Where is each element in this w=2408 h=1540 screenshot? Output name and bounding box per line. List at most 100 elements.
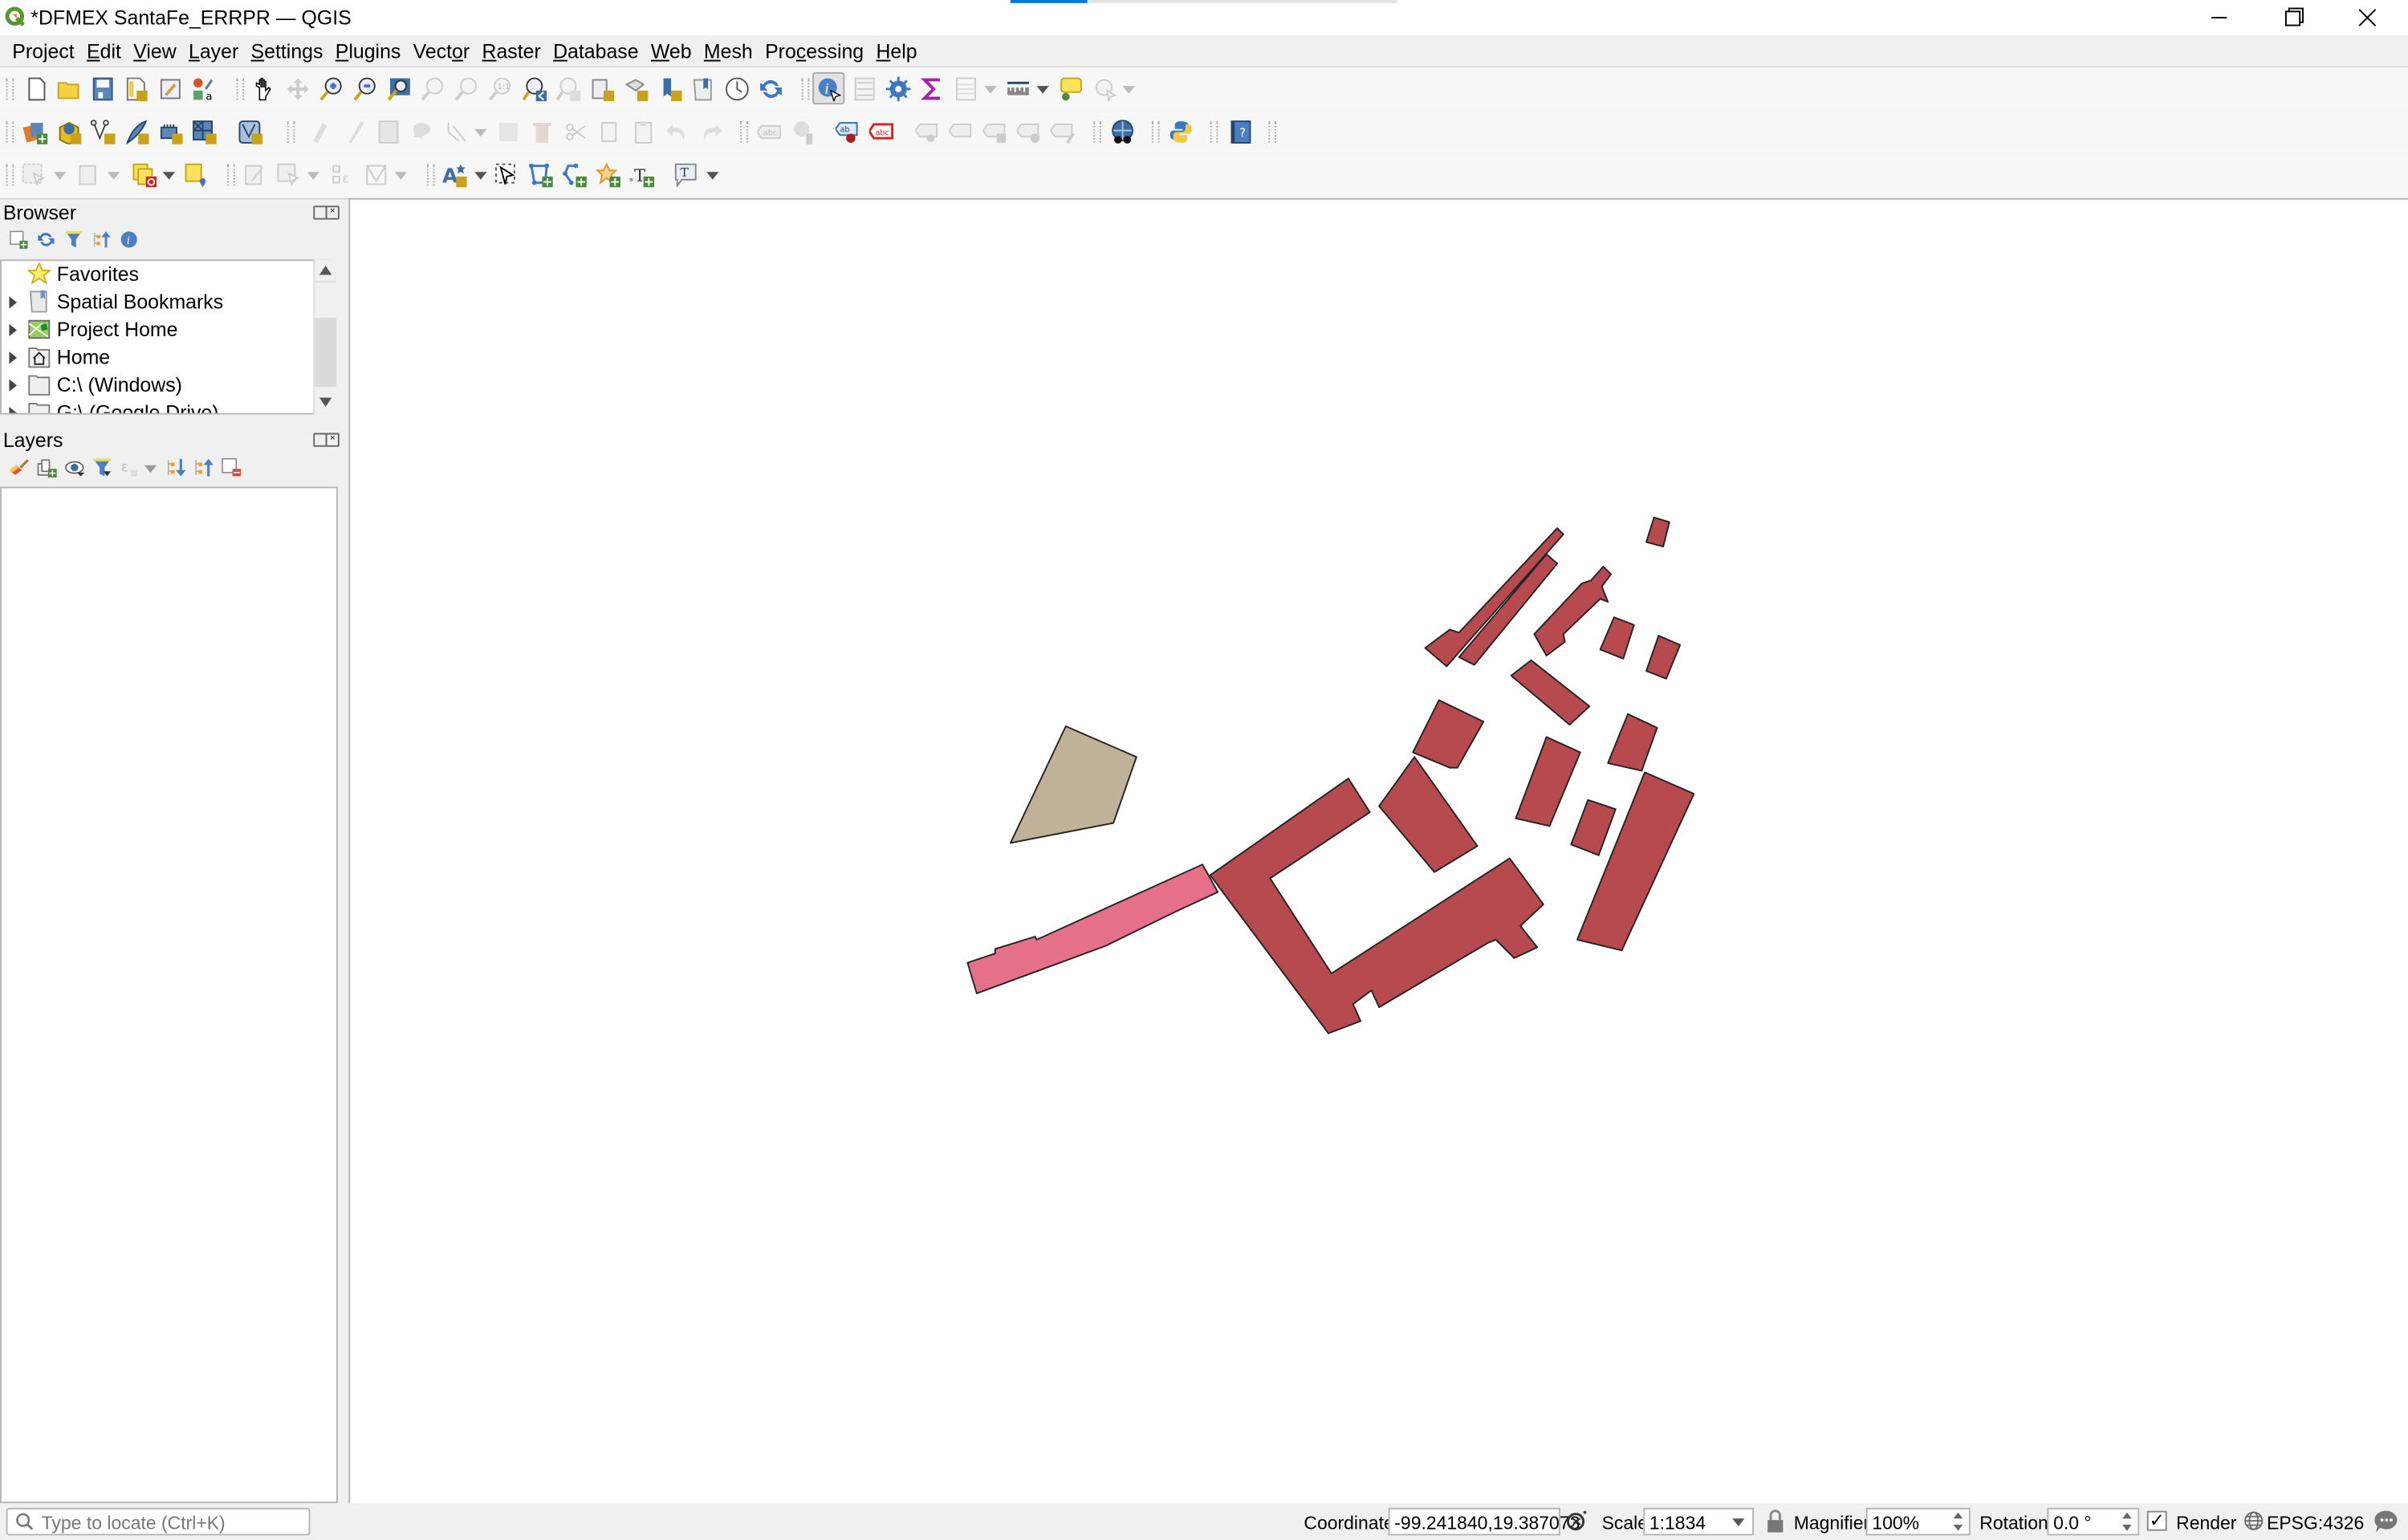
add-polygon-annotation-icon[interactable]: [528, 163, 553, 188]
menu-database[interactable]: Database: [546, 39, 644, 63]
spin-down-icon[interactable]: [2122, 1524, 2132, 1531]
building-polygon[interactable]: [1599, 616, 1635, 660]
enable-properties-icon[interactable]: i: [120, 230, 138, 249]
menu-settings[interactable]: Settings: [243, 39, 327, 63]
building-polygon[interactable]: [1570, 798, 1617, 856]
toggle-editing-icon[interactable]: [343, 120, 368, 144]
add-selected-layers-icon[interactable]: [9, 230, 28, 249]
save-layer-edits-icon[interactable]: [376, 120, 401, 144]
zoom-in-icon[interactable]: [319, 77, 344, 102]
attribute-table-dropdown[interactable]: [984, 86, 997, 94]
spin-up-icon[interactable]: [2122, 1512, 2132, 1519]
coordinate-field[interactable]: -99.241840,19.387073: [1388, 1507, 1580, 1536]
menu-vector[interactable]: Vector: [405, 39, 474, 63]
new-mesh-layer-icon[interactable]: [238, 120, 263, 144]
expand-arrow-icon[interactable]: [9, 379, 18, 392]
vertex-tool-icon[interactable]: [444, 120, 469, 144]
toggle-label-display-icon[interactable]: abc: [868, 120, 894, 144]
add-text-annotation-icon[interactable]: T: [629, 163, 655, 188]
layout-manager-icon[interactable]: [158, 77, 183, 102]
help-icon[interactable]: ?: [1229, 120, 1254, 144]
menu-processing[interactable]: Processing: [758, 39, 868, 63]
new-project-icon[interactable]: [25, 77, 50, 102]
zoom-native-icon[interactable]: 1:1: [488, 77, 513, 102]
new-bookmark-icon[interactable]: [657, 77, 682, 102]
modify-attributes-icon[interactable]: [496, 120, 521, 144]
highlight-pinned-labels-icon[interactable]: ab: [835, 120, 860, 144]
open-project-icon[interactable]: [57, 77, 82, 102]
pan-map-icon[interactable]: [252, 77, 277, 102]
delete-selected-icon[interactable]: [530, 120, 555, 144]
toolbar-grip[interactable]: [287, 121, 295, 143]
building-polygon[interactable]: [1515, 736, 1581, 827]
add-polygon-feature-icon[interactable]: [410, 120, 435, 144]
spin-down-icon[interactable]: [1953, 1524, 1963, 1531]
quickmapservices-icon[interactable]: [1110, 120, 1135, 144]
temporal-controller-icon[interactable]: [725, 77, 750, 102]
new-spatialite-layer-icon[interactable]: [124, 120, 149, 144]
new-map-view-icon[interactable]: [590, 77, 615, 102]
browser-tree[interactable]: Favorites Spatial Bookmarks Project Home…: [0, 259, 337, 415]
actions-icon[interactable]: [1092, 77, 1117, 102]
building-polygon[interactable]: [1607, 713, 1658, 772]
layers-tree[interactable]: [0, 486, 338, 1504]
restore-button[interactable]: [2258, 0, 2329, 35]
open-layer-styling-icon[interactable]: [9, 457, 29, 477]
cut-features-icon[interactable]: [563, 120, 588, 144]
toolbar-grip[interactable]: [1268, 121, 1276, 143]
filter-by-expression-icon[interactable]: ε: [120, 457, 140, 477]
crs-label[interactable]: EPSG:4326: [2267, 1513, 2364, 1534]
expand-arrow-icon[interactable]: [9, 407, 18, 413]
label-toolbar-icon[interactable]: abc: [757, 120, 782, 144]
select-by-expression-icon[interactable]: [276, 163, 301, 188]
show-hide-labels-icon[interactable]: [949, 120, 974, 144]
zoom-full-icon[interactable]: [387, 77, 412, 102]
processing-toolbox-icon[interactable]: [885, 76, 911, 102]
browser-item-home[interactable]: Home: [2, 344, 316, 372]
deselect-all-icon[interactable]: [132, 163, 157, 188]
select-by-value-icon[interactable]: [77, 163, 102, 188]
map-canvas[interactable]: [348, 197, 2408, 1504]
toolbar-grip[interactable]: [6, 78, 14, 100]
browser-item-favorites[interactable]: Favorites: [2, 261, 316, 288]
remove-layer-icon[interactable]: [222, 457, 242, 477]
lock-scale-icon[interactable]: [1766, 1510, 1784, 1534]
annotation-toolbar-icon[interactable]: A: [442, 163, 467, 188]
statistical-summary-icon[interactable]: [920, 77, 945, 102]
redo-icon[interactable]: [699, 120, 724, 144]
building-polygon[interactable]: [1533, 566, 1613, 656]
layers-close-button[interactable]: ×: [325, 433, 340, 447]
new-print-layout-icon[interactable]: [124, 77, 149, 102]
select-features-icon[interactable]: [22, 163, 47, 188]
copy-features-icon[interactable]: [597, 120, 622, 144]
zoom-to-selection-icon[interactable]: [421, 77, 445, 102]
menu-mesh[interactable]: Mesh: [696, 39, 757, 63]
select-by-expression-dropdown[interactable]: [307, 172, 319, 180]
identify-features-icon[interactable]: i: [817, 77, 842, 102]
annotation-dropdown[interactable]: [474, 172, 487, 180]
move-label-icon[interactable]: [982, 120, 1008, 144]
menu-plugins[interactable]: Plugins: [327, 39, 405, 63]
magnifier-spin-buttons[interactable]: [1950, 1508, 1969, 1535]
zoom-next-icon[interactable]: [555, 77, 581, 102]
new-temporary-layer-icon[interactable]: [158, 120, 183, 144]
pin-labels-icon[interactable]: [915, 120, 940, 144]
select-by-location-icon[interactable]: [185, 163, 209, 188]
toolbar-grip[interactable]: [1151, 121, 1160, 143]
deselect-dropdown[interactable]: [162, 172, 176, 180]
filter-legend-icon[interactable]: [92, 457, 112, 477]
measure-line-icon[interactable]: [1006, 77, 1031, 102]
browser-item-g-drive[interactable]: G:\ (Google Drive): [2, 399, 316, 413]
manage-map-themes-icon[interactable]: [64, 457, 85, 477]
collapse-all-icon[interactable]: [92, 230, 111, 249]
field-calculator-icon[interactable]: [242, 163, 267, 188]
toolbar-grip[interactable]: [236, 78, 245, 100]
close-button[interactable]: [2331, 0, 2402, 35]
crs-globe-icon[interactable]: [2243, 1511, 2264, 1531]
advanced-digitizing-icon[interactable]: [364, 163, 388, 188]
building-polygon[interactable]: [1645, 635, 1682, 680]
refresh-icon[interactable]: [37, 230, 55, 249]
browser-close-button[interactable]: ×: [325, 205, 340, 220]
menu-help[interactable]: Help: [868, 39, 921, 63]
toggle-extents-icon[interactable]: [1565, 1510, 1590, 1534]
